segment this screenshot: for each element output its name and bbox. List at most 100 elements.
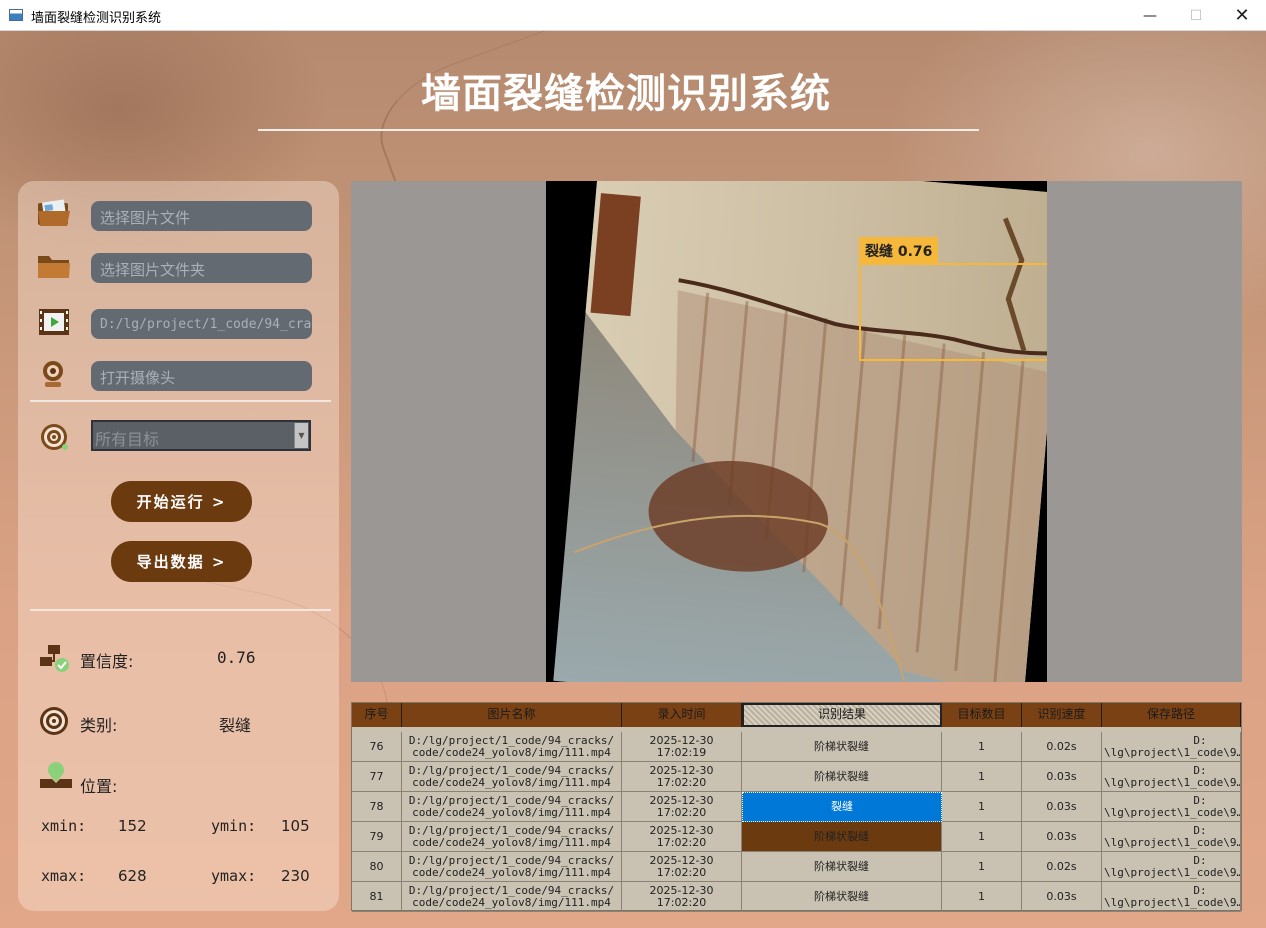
xmin-label: xmin: — [41, 817, 87, 835]
cell-speed: 0.03s — [1022, 822, 1102, 852]
cell-result: 阶梯状裂缝 — [742, 732, 942, 762]
detection-display: 裂缝 0.76 — [351, 181, 1242, 682]
class-label: 类别: — [80, 716, 118, 735]
confidence-value: 0.76 — [217, 648, 256, 667]
cell-speed: 0.02s — [1022, 852, 1102, 882]
table-row[interactable]: 76 D:/lg/project/1_code/94_cracks/ code/… — [352, 732, 1241, 762]
control-panel: 选择图片文件 选择图片文件夹 D:/lg/project/1_code/94_c… — [18, 181, 339, 911]
image-folder-icon[interactable] — [36, 199, 72, 229]
column-header-path[interactable]: 保存路径 — [1102, 703, 1241, 727]
divider — [30, 400, 331, 402]
cell-result-hover[interactable]: 阶梯状裂缝 — [742, 822, 942, 852]
cell-file: D:/lg/project/1_code/94_cracks/ code/cod… — [402, 732, 622, 762]
table-row[interactable]: 79 D:/lg/project/1_code/94_cracks/ code/… — [352, 822, 1241, 852]
cell-path: D: \lg\project\1_code\9… — [1102, 822, 1241, 852]
cell-result: 阶梯状裂缝 — [742, 882, 942, 912]
cell-time: 2025-12-30 17:02:19 — [622, 732, 742, 762]
detection-box — [859, 263, 1047, 361]
table-row[interactable]: 80 D:/lg/project/1_code/94_cracks/ code/… — [352, 852, 1241, 882]
cell-index: 81 — [352, 882, 402, 912]
class-value: 裂缝 — [219, 716, 252, 735]
target-icon — [41, 424, 68, 450]
cell-path: D: \lg\project\1_code\9… — [1102, 732, 1241, 762]
cell-speed: 0.03s — [1022, 792, 1102, 822]
cell-result: 阶梯状裂缝 — [742, 762, 942, 792]
close-button[interactable]: ✕ — [1219, 0, 1265, 31]
table-row[interactable]: 81 D:/lg/project/1_code/94_cracks/ code/… — [352, 882, 1241, 912]
title-underline — [258, 129, 979, 131]
cell-time: 2025-12-30 17:02:20 — [622, 882, 742, 912]
app-main: 墙面裂缝检测识别系统 选择图片文件 选择图片文件夹 D:/lg/project/… — [0, 31, 1266, 928]
window-titlebar: 墙面裂缝检测识别系统 — ☐ ✕ — [0, 0, 1266, 31]
divider — [30, 609, 331, 611]
video-path-field[interactable]: D:/lg/project/1_code/94_cracks/code/code… — [91, 309, 312, 339]
target-select-value: 所有目标 — [95, 430, 160, 449]
app-icon — [9, 9, 23, 21]
location-pin-icon — [40, 762, 72, 788]
image-folder-field[interactable]: 选择图片文件夹 — [91, 253, 312, 283]
ymax-label: ymax: — [211, 867, 257, 885]
column-header-time[interactable]: 录入时间 — [622, 703, 742, 727]
maximize-button[interactable]: ☐ — [1173, 0, 1219, 31]
cell-file: D:/lg/project/1_code/94_cracks/ code/cod… — [402, 852, 622, 882]
cell-file: D:/lg/project/1_code/94_cracks/ code/cod… — [402, 822, 622, 852]
ymax-value: 230 — [281, 867, 310, 885]
table-row[interactable]: 78 D:/lg/project/1_code/94_cracks/ code/… — [352, 792, 1241, 822]
window-title: 墙面裂缝检测识别系统 — [31, 11, 162, 26]
cell-speed: 0.02s — [1022, 732, 1102, 762]
target-select[interactable]: 所有目标 ▼ — [91, 420, 311, 451]
table-body: 76 D:/lg/project/1_code/94_cracks/ code/… — [352, 732, 1241, 912]
cell-index: 76 — [352, 732, 402, 762]
cell-path: D: \lg\project\1_code\9… — [1102, 762, 1241, 792]
cell-index: 79 — [352, 822, 402, 852]
export-button[interactable]: 导出数据 > — [111, 541, 252, 582]
column-header-index[interactable]: 序号 — [352, 703, 402, 727]
camera-icon[interactable] — [36, 359, 72, 389]
column-header-result[interactable]: 识别结果 — [742, 703, 942, 727]
minimize-button[interactable]: — — [1127, 0, 1173, 31]
chevron-down-icon[interactable]: ▼ — [294, 423, 308, 448]
cell-count: 1 — [942, 882, 1022, 912]
ymin-value: 105 — [281, 817, 310, 835]
xmin-value: 152 — [118, 817, 147, 835]
cell-speed: 0.03s — [1022, 882, 1102, 912]
cell-count: 1 — [942, 822, 1022, 852]
cell-path: D: \lg\project\1_code\9… — [1102, 792, 1241, 822]
folder-icon[interactable] — [36, 251, 72, 281]
cell-count: 1 — [942, 732, 1022, 762]
cell-file: D:/lg/project/1_code/94_cracks/ code/cod… — [402, 882, 622, 912]
cell-index: 80 — [352, 852, 402, 882]
class-icon — [40, 707, 68, 735]
cell-file: D:/lg/project/1_code/94_cracks/ code/cod… — [402, 762, 622, 792]
cell-result-selected[interactable]: 裂缝 — [742, 792, 942, 822]
cell-index: 77 — [352, 762, 402, 792]
cell-speed: 0.03s — [1022, 762, 1102, 792]
detection-image: 裂缝 0.76 — [546, 181, 1047, 682]
cell-count: 1 — [942, 792, 1022, 822]
column-header-count[interactable]: 目标数目 — [942, 703, 1022, 727]
cell-count: 1 — [942, 762, 1022, 792]
column-header-speed[interactable]: 识别速度 — [1022, 703, 1102, 727]
confidence-icon — [40, 645, 69, 672]
column-header-file[interactable]: 图片名称 — [402, 703, 622, 727]
start-button[interactable]: 开始运行 > — [111, 481, 252, 522]
cell-result: 阶梯状裂缝 — [742, 852, 942, 882]
results-table[interactable]: 序号 图片名称 录入时间 识别结果 目标数目 识别速度 保存路径 76 D:/l… — [351, 702, 1242, 912]
camera-field[interactable]: 打开摄像头 — [91, 361, 312, 391]
wall-crack-photo — [553, 181, 1047, 682]
cell-count: 1 — [942, 852, 1022, 882]
video-icon[interactable] — [36, 307, 72, 337]
xmax-label: xmax: — [41, 867, 87, 885]
cell-path: D: \lg\project\1_code\9… — [1102, 852, 1241, 882]
cell-index: 78 — [352, 792, 402, 822]
xmax-value: 628 — [118, 867, 147, 885]
confidence-label: 置信度: — [80, 652, 134, 671]
cell-time: 2025-12-30 17:02:20 — [622, 762, 742, 792]
cell-time: 2025-12-30 17:02:20 — [622, 822, 742, 852]
cell-file: D:/lg/project/1_code/94_cracks/ code/cod… — [402, 792, 622, 822]
cell-time: 2025-12-30 17:02:20 — [622, 852, 742, 882]
detection-label: 裂缝 0.76 — [859, 237, 939, 263]
table-row[interactable]: 77 D:/lg/project/1_code/94_cracks/ code/… — [352, 762, 1241, 792]
image-file-field[interactable]: 选择图片文件 — [91, 201, 312, 231]
position-label: 位置: — [80, 777, 118, 796]
